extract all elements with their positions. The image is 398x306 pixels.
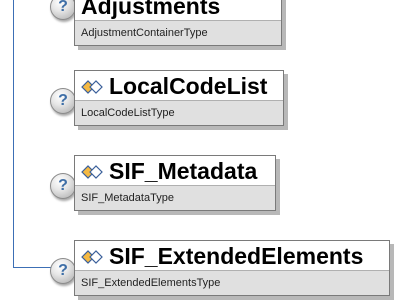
tree-connector-vertical	[13, 0, 14, 267]
element-name: Adjustments	[81, 0, 221, 19]
schema-element-localcodelist[interactable]: LocalCodeList LocalCodeListType	[74, 70, 284, 126]
help-icon[interactable]: ?	[50, 88, 76, 114]
element-icon	[81, 79, 103, 94]
schema-element-sif-extendedelements[interactable]: SIF_ExtendedElements SIF_ExtendedElement…	[74, 240, 390, 296]
schema-element-adjustments[interactable]: Adjustments AdjustmentContainerType	[74, 0, 282, 46]
element-icon	[81, 249, 103, 264]
element-type: AdjustmentContainerType	[75, 20, 281, 45]
element-type: LocalCodeListType	[75, 100, 283, 125]
element-name: LocalCodeList	[109, 73, 268, 99]
element-name: SIF_Metadata	[109, 158, 258, 184]
element-type: SIF_MetadataType	[75, 185, 275, 210]
help-icon[interactable]: ?	[50, 0, 76, 20]
help-icon[interactable]: ?	[50, 173, 76, 199]
schema-element-sif-metadata[interactable]: SIF_Metadata SIF_MetadataType	[74, 155, 276, 211]
element-type: SIF_ExtendedElementsType	[75, 270, 389, 295]
help-icon[interactable]: ?	[50, 258, 76, 284]
element-icon	[81, 164, 103, 179]
element-name: SIF_ExtendedElements	[109, 243, 364, 269]
tree-connector-horizontal	[13, 267, 55, 268]
